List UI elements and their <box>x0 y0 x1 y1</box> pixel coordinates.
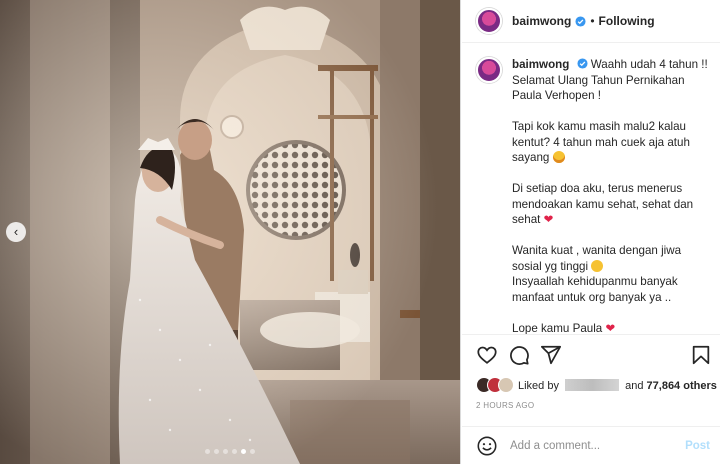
carousel-dot <box>205 449 210 454</box>
header-username[interactable]: baimwong <box>512 14 571 28</box>
post-timestamp[interactable]: 2 HOURS AGO <box>462 401 720 410</box>
post-sidebar: baimwong • Following baimwong Waahh udah… <box>462 0 720 464</box>
likes-count-link[interactable]: 77,864 others <box>647 380 717 392</box>
carousel-prev-button[interactable]: ‹ <box>6 222 26 242</box>
carousel-indicator <box>0 449 460 454</box>
caption-text: baimwong Waahh udah 4 tahun !! Selamat U… <box>512 57 710 334</box>
carousel-dot <box>223 449 228 454</box>
caption-paragraph: Tapi kok kamu masih malu2 kalau kentut? … <box>512 119 710 166</box>
caption-scroll[interactable]: baimwong Waahh udah 4 tahun !! Selamat U… <box>462 44 720 334</box>
likes-row: Liked by and 77,864 others <box>462 375 720 395</box>
bookmark-icon[interactable] <box>690 344 712 366</box>
comment-input[interactable] <box>510 439 680 452</box>
avatar[interactable] <box>476 8 502 34</box>
caption-line: Tapi kok kamu masih malu2 kalau kentut? … <box>512 120 690 164</box>
comment-icon[interactable] <box>508 344 530 366</box>
laughing-emoji-icon <box>552 151 565 163</box>
likes-joiner: and <box>625 379 644 392</box>
post-actions-section: Liked by and 77,864 others 2 HOURS AGO <box>462 334 720 410</box>
post-photo[interactable]: ‹ <box>0 0 461 464</box>
action-bar <box>462 335 720 375</box>
caption-paragraph: baimwong Waahh udah 4 tahun !! Selamat U… <box>512 57 710 104</box>
redacted-username[interactable] <box>565 378 620 391</box>
verified-icon <box>575 15 586 27</box>
carousel-dot-active <box>241 449 246 454</box>
caption-paragraph: Wanita kuat , wanita dengan jiwa sosial … <box>512 243 710 274</box>
post-comment-button[interactable]: Post <box>685 440 710 452</box>
caption-paragraph: Insyaallah kehidupanmu banyak manfaat un… <box>512 274 710 305</box>
hugging-emoji-icon <box>591 259 604 272</box>
caption-paragraph: Di setiap doa aku, terus menerus mendoak… <box>512 181 710 228</box>
caption-line: Insyaallah kehidupanmu banyak manfaat un… <box>512 275 678 304</box>
heart-icon[interactable] <box>476 344 498 366</box>
caption-paragraph: Lope kamu Paula ❤ <box>512 321 710 335</box>
carousel-dot <box>214 449 219 454</box>
liked-by-label: Liked by <box>518 379 559 392</box>
carousel-dot <box>232 449 237 454</box>
caption-comment: baimwong Waahh udah 4 tahun !! Selamat U… <box>476 57 710 334</box>
caption-line: Di setiap doa aku, terus menerus mendoak… <box>512 182 694 226</box>
red-heart-emoji-icon: ❤ <box>543 213 554 226</box>
liker-avatar[interactable] <box>498 377 514 393</box>
chevron-left-icon: ‹ <box>13 224 19 239</box>
red-heart-emoji-icon: ❤ <box>605 321 616 335</box>
emoji-icon[interactable] <box>476 435 498 457</box>
caption-username[interactable]: baimwong <box>512 58 569 71</box>
caption-line: Lope kamu Paula <box>512 321 603 335</box>
carousel-dot <box>250 449 255 454</box>
post-header: baimwong • Following <box>462 0 720 43</box>
wedding-photo-image <box>0 0 460 464</box>
comment-bar: Post <box>462 426 720 464</box>
separator-dot: • <box>590 14 595 28</box>
caption-avatar[interactable] <box>476 57 502 83</box>
likes-text: Liked by and 77,864 others <box>518 378 717 392</box>
share-icon[interactable] <box>540 344 562 366</box>
following-button[interactable]: Following <box>599 14 655 28</box>
verified-icon <box>577 58 588 69</box>
